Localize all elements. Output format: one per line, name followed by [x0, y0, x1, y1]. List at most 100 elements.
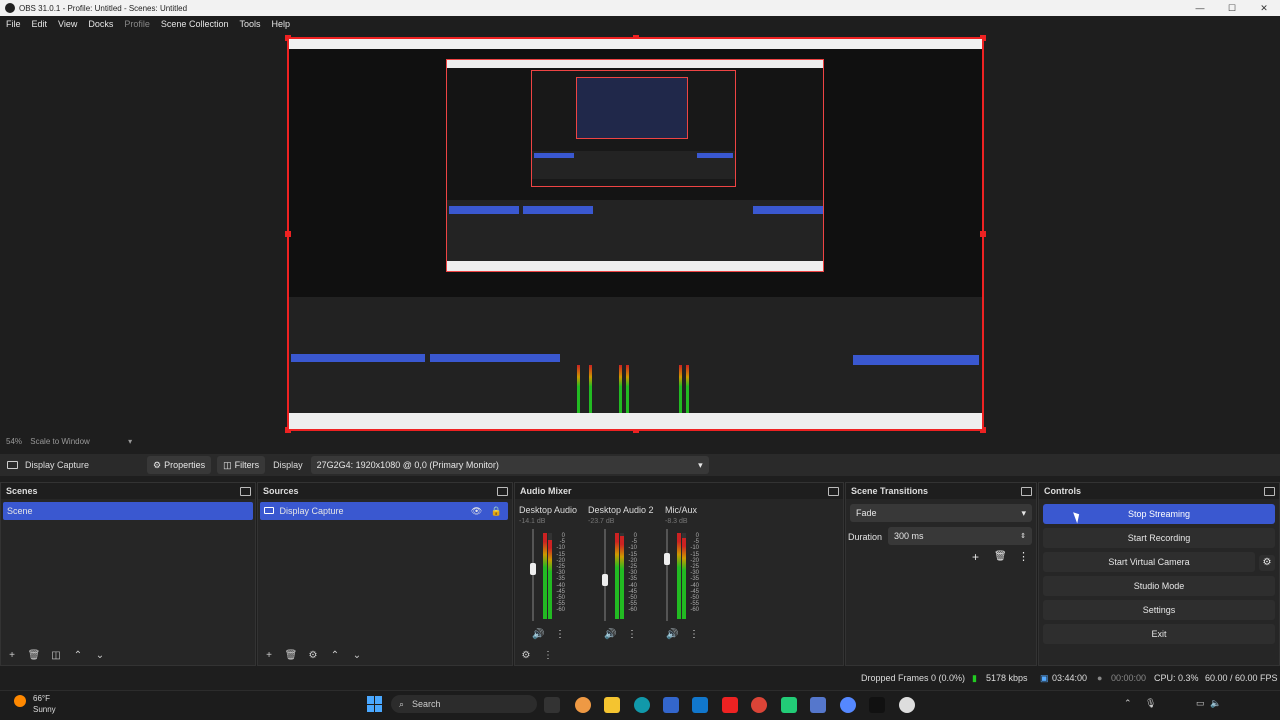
volume-knob[interactable]: [530, 563, 536, 575]
undock-icon[interactable]: [240, 486, 251, 496]
duration-value: 300 ms: [894, 531, 924, 541]
transition-select[interactable]: Fade ▾: [850, 504, 1032, 522]
studio-mode-button[interactable]: Studio Mode: [1043, 576, 1275, 596]
scene-item[interactable]: Scene: [3, 502, 253, 520]
more-options-icon[interactable]: ⋮: [555, 629, 565, 640]
move-up-icon[interactable]: ⌃: [327, 650, 343, 661]
microphone-icon[interactable]: 🎙: [1145, 698, 1156, 709]
add-icon[interactable]: +: [972, 550, 979, 564]
nested-stop-button: [853, 355, 979, 365]
resize-handle[interactable]: [285, 231, 291, 237]
fps: 60.00 / 60.00 FPS: [1205, 673, 1278, 683]
preview-canvas[interactable]: [285, 35, 986, 433]
obs-taskbar-icon[interactable]: [899, 697, 915, 713]
volume-slider[interactable]: [602, 529, 608, 621]
discord-icon[interactable]: [840, 697, 856, 713]
resize-handle[interactable]: [980, 231, 986, 237]
more-options-icon[interactable]: ⋮: [689, 629, 699, 640]
duration-spinbox[interactable]: 300 ms ⇕: [888, 527, 1032, 545]
move-down-icon[interactable]: ⌄: [349, 650, 365, 661]
speaker-icon[interactable]: 🔊: [604, 629, 616, 640]
clock[interactable]: [1230, 696, 1270, 712]
move-up-icon[interactable]: ⌃: [70, 650, 86, 661]
virtual-camera-settings-icon[interactable]: ⚙: [1259, 555, 1275, 571]
undock-icon[interactable]: [1264, 486, 1275, 496]
menu-view[interactable]: View: [58, 19, 77, 29]
eye-icon[interactable]: 👁: [471, 506, 482, 516]
menu-scene-collection[interactable]: Scene Collection: [161, 19, 229, 29]
source-item[interactable]: Display Capture 👁 🔒: [260, 502, 508, 520]
volume-slider[interactable]: [664, 529, 670, 621]
menu-edit[interactable]: Edit: [32, 19, 48, 29]
scenes-title: Scenes: [6, 486, 38, 496]
trash-icon[interactable]: 🗑: [283, 650, 299, 661]
menu-file[interactable]: File: [6, 19, 21, 29]
source-toolbar: Display Capture ⚙ Properties ◫ Filters D…: [0, 454, 1280, 476]
exit-button[interactable]: Exit: [1043, 624, 1275, 644]
copilot-icon[interactable]: [575, 697, 591, 713]
maximize-button[interactable]: ☐: [1216, 0, 1248, 16]
settings-button[interactable]: Settings: [1043, 600, 1275, 620]
audio-channel: Desktop Audio 2 -23.7 dB: [588, 505, 654, 525]
lock-icon[interactable]: 🔒: [491, 506, 502, 516]
properties-button[interactable]: ⚙ Properties: [147, 456, 212, 474]
display-value: 27G2G4: 1920x1080 @ 0,0 (Primary Monitor…: [316, 460, 499, 470]
menu-profile[interactable]: Profile: [124, 19, 150, 29]
taskbar-search[interactable]: ⌕ Search: [391, 695, 537, 713]
more-options-icon[interactable]: ⋮: [540, 650, 556, 661]
filter-icon[interactable]: ◫: [48, 650, 64, 661]
network-icon[interactable]: ▭: [1196, 698, 1205, 709]
outlook-icon[interactable]: [692, 697, 708, 713]
menu-tools[interactable]: Tools: [239, 19, 260, 29]
x-app-icon[interactable]: [869, 697, 885, 713]
speaker-icon[interactable]: 🔊: [666, 629, 678, 640]
nested-capture-3: [576, 77, 688, 139]
close-button[interactable]: ✕: [1248, 0, 1280, 16]
level-meter: [677, 533, 681, 619]
undock-icon[interactable]: [1021, 486, 1032, 496]
more-options-icon[interactable]: ⋮: [627, 629, 637, 640]
trash-icon[interactable]: 🗑: [994, 551, 1007, 562]
teams-icon[interactable]: [810, 697, 826, 713]
start-virtual-camera-button[interactable]: Start Virtual Camera: [1043, 552, 1255, 572]
record-time: 00:00:00: [1111, 673, 1147, 683]
display-label: Display: [273, 460, 303, 470]
menu-docks[interactable]: Docks: [88, 19, 113, 29]
chrome-icon[interactable]: [751, 697, 767, 713]
minimize-button[interactable]: —: [1184, 0, 1216, 16]
add-icon[interactable]: +: [261, 650, 277, 661]
audio-channel: Mic/Aux -8.3 dB: [665, 505, 697, 525]
app-icon[interactable]: [781, 697, 797, 713]
volume-knob[interactable]: [664, 553, 670, 565]
volume-icon[interactable]: 🔈: [1210, 698, 1221, 709]
chevron-down-icon: ▾: [698, 459, 703, 470]
volume-knob[interactable]: [602, 574, 608, 586]
scale-mode-select[interactable]: Scale to Window: [30, 437, 90, 446]
chevron-down-icon[interactable]: ▾: [128, 437, 132, 446]
speaker-icon[interactable]: 🔊: [532, 629, 544, 640]
menu-help[interactable]: Help: [271, 19, 290, 29]
weather-desc[interactable]: Sunny: [33, 705, 56, 714]
task-view-icon[interactable]: [544, 697, 560, 713]
spinner-icon[interactable]: ⇕: [1020, 532, 1026, 540]
move-down-icon[interactable]: ⌄: [92, 650, 108, 661]
store-icon[interactable]: [663, 697, 679, 713]
tray-chevron-icon[interactable]: ⌃: [1124, 698, 1132, 709]
start-recording-button[interactable]: Start Recording: [1043, 528, 1275, 548]
windows-start-icon[interactable]: [367, 696, 383, 712]
audio-settings-icon[interactable]: ⚙: [518, 650, 534, 661]
edge-icon[interactable]: [634, 697, 650, 713]
filters-button[interactable]: ◫ Filters: [217, 456, 266, 474]
file-explorer-icon[interactable]: [604, 697, 620, 713]
youtube-icon[interactable]: [722, 697, 738, 713]
add-icon[interactable]: +: [4, 650, 20, 661]
undock-icon[interactable]: [497, 486, 508, 496]
weather-temp[interactable]: 66°F: [33, 694, 50, 703]
volume-slider[interactable]: [530, 529, 536, 621]
trash-icon[interactable]: 🗑: [26, 650, 42, 661]
more-options-icon[interactable]: ⋮: [1018, 550, 1029, 563]
gear-icon[interactable]: ⚙: [305, 650, 321, 661]
weather-sun-icon[interactable]: [14, 695, 26, 707]
display-select[interactable]: 27G2G4: 1920x1080 @ 0,0 (Primary Monitor…: [310, 456, 709, 474]
undock-icon[interactable]: [828, 486, 839, 496]
